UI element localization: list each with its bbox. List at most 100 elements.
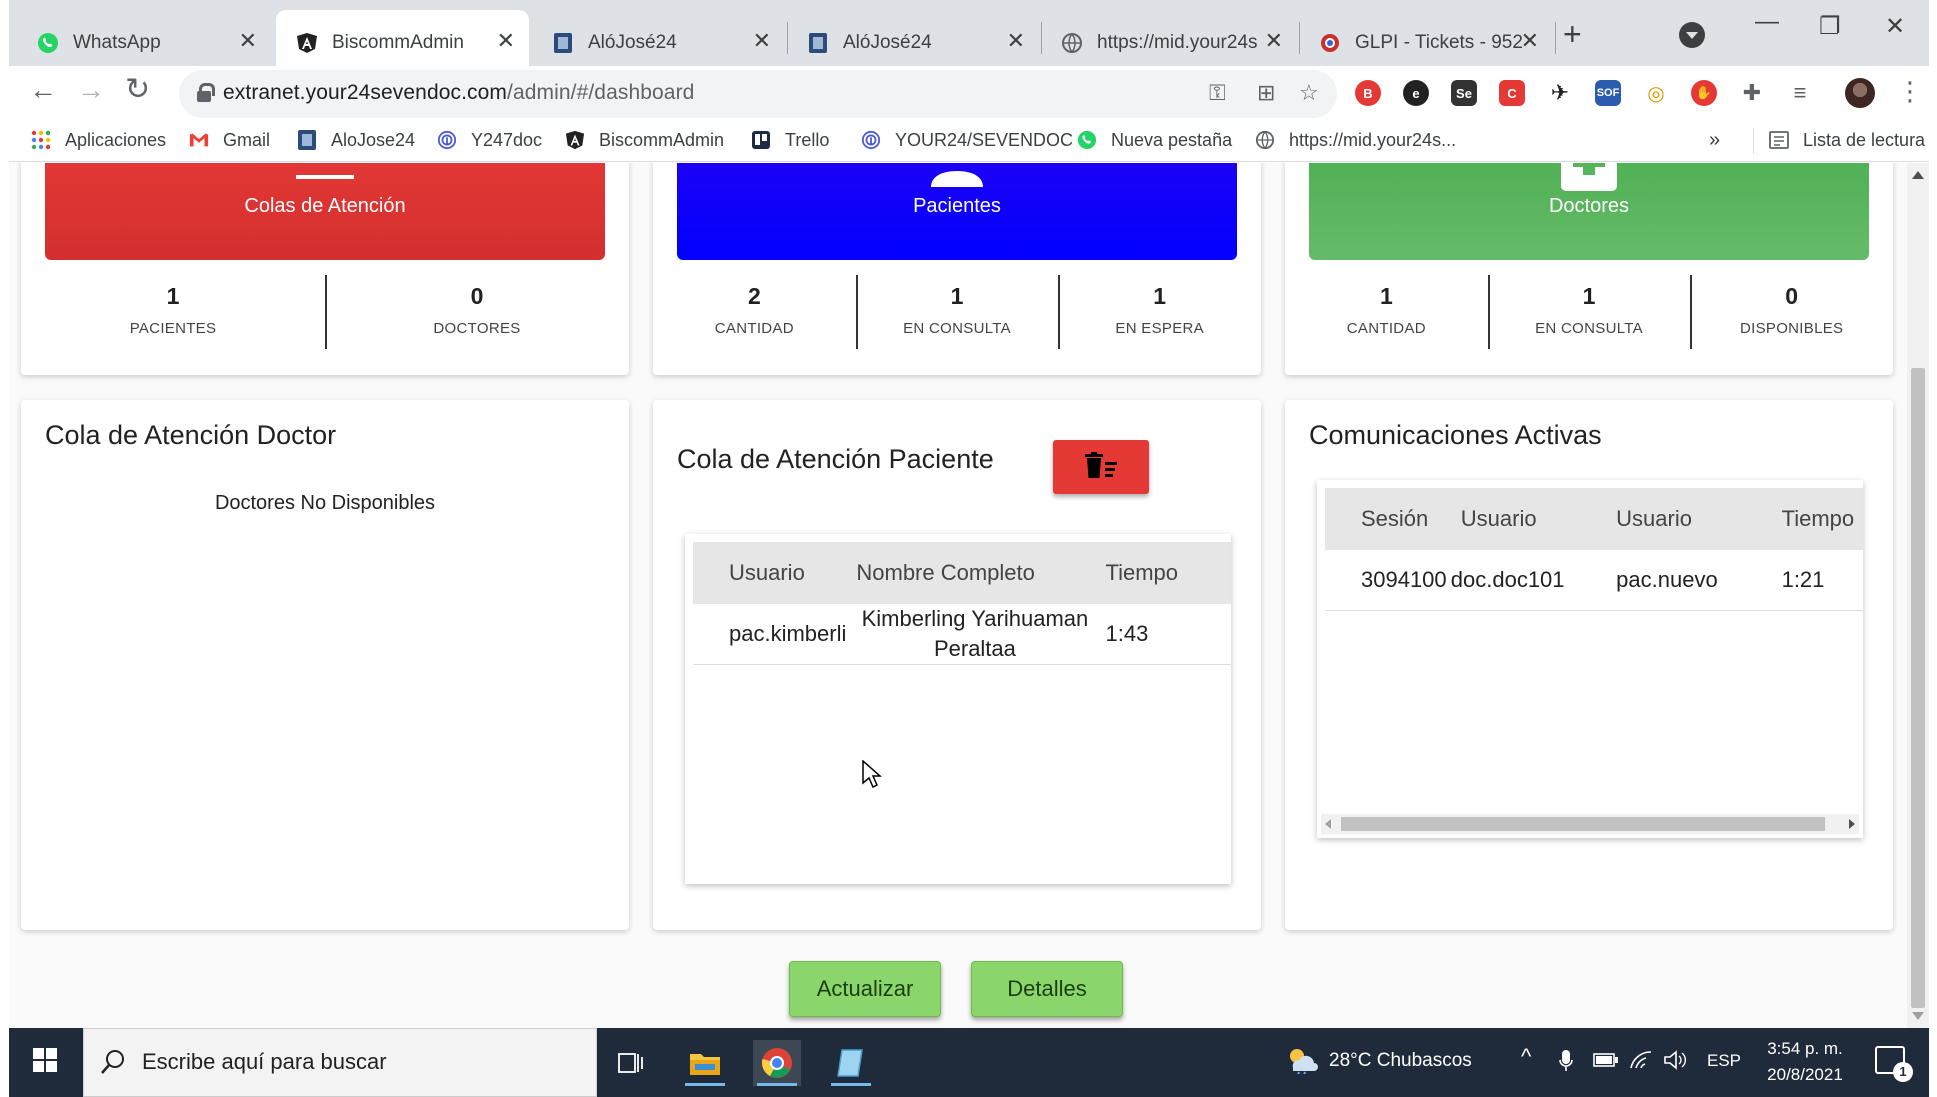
bookmark-nueva-pestana[interactable]: Nueva pestaña <box>1077 123 1232 157</box>
sof-icon[interactable]: SOF <box>1595 80 1621 106</box>
reload-icon[interactable]: ↻ <box>125 72 150 107</box>
stat-en-consulta: 1 EN CONSULTA <box>855 271 1059 351</box>
extension-x-icon[interactable]: ✈ <box>1547 80 1573 106</box>
url-text[interactable]: extranet.your24sevendoc.com/admin/#/dash… <box>223 81 694 105</box>
bookmarks-bar: Aplicaciones Gmail AloJose24 Y247doc Bis… <box>9 118 1929 162</box>
extension-b-icon[interactable]: B <box>1355 80 1381 106</box>
tab-title: WhatsApp <box>73 32 161 53</box>
bookmark-apps[interactable]: Aplicaciones <box>31 123 166 157</box>
angular-icon <box>565 130 585 150</box>
clear-queue-button[interactable] <box>1053 440 1149 494</box>
tab-biscommadmin[interactable]: BiscommAdmin ✕ <box>276 10 529 70</box>
volume-icon[interactable] <box>1663 1050 1687 1076</box>
chrome-icon[interactable] <box>753 1040 801 1086</box>
scroll-up-icon[interactable] <box>1912 171 1924 179</box>
address-bar[interactable]: extranet.your24sevendoc.com/admin/#/dash… <box>179 70 1337 118</box>
column-header[interactable]: Nombre Completo <box>846 542 1104 604</box>
bookmark-biscommadmin[interactable]: BiscommAdmin <box>565 123 724 157</box>
table-row[interactable]: pac.kimberli Kimberling Yarihuaman Peral… <box>693 604 1231 665</box>
stat-value: 1 <box>166 283 180 309</box>
bookmark-trello[interactable]: Trello <box>751 123 829 157</box>
scroll-left-icon[interactable] <box>1325 819 1331 829</box>
stat-row: 1 PACIENTES 0 DOCTORES <box>21 271 629 351</box>
file-explorer-icon[interactable] <box>681 1040 729 1086</box>
table-row[interactable]: 3094100 doc.doc101 pac.nuevo 1:21 <box>1325 550 1863 611</box>
tab-separator <box>787 22 788 54</box>
task-view-icon[interactable] <box>607 1040 655 1086</box>
tab-alojose24-1[interactable]: AlóJosé24 ✕ <box>532 10 785 70</box>
tab-title: AlóJosé24 <box>588 32 677 53</box>
details-button[interactable]: Detalles <box>971 961 1123 1017</box>
column-header[interactable]: Tiempo <box>1103 542 1231 604</box>
media-control-icon[interactable]: ≡ <box>1787 80 1813 106</box>
profile-avatar[interactable] <box>1845 78 1875 108</box>
extensions-puzzle-icon[interactable]: ✚ <box>1739 80 1765 106</box>
close-icon[interactable]: ✕ <box>753 28 771 54</box>
horizontal-scrollbar[interactable] <box>1321 814 1859 834</box>
bookmark-gmail[interactable]: Gmail <box>189 123 270 157</box>
close-icon[interactable]: ✕ <box>497 28 515 54</box>
language-indicator[interactable]: ESP <box>1707 1051 1741 1071</box>
scroll-right-icon[interactable] <box>1849 819 1855 829</box>
close-icon[interactable]: ✕ <box>239 28 257 54</box>
window-close-icon[interactable]: ✕ <box>1885 12 1905 41</box>
refresh-button[interactable]: Actualizar <box>789 961 941 1017</box>
notification-center-icon[interactable]: 1 <box>1875 1046 1913 1082</box>
clock-time: 3:54 p. m. <box>1767 1039 1843 1058</box>
bookmark-y247doc[interactable]: Y247doc <box>437 123 542 157</box>
minimize-icon[interactable]: — <box>1755 8 1779 36</box>
column-header[interactable]: Usuario <box>1616 488 1782 550</box>
extension-o-icon[interactable]: ◎ <box>1643 80 1669 106</box>
stat-card-header: Colas de Atención <box>45 163 605 260</box>
wifi-icon[interactable] <box>1629 1050 1653 1076</box>
cell-nombre-line1: Kimberling Yarihuaman <box>861 606 1089 631</box>
weather-icon[interactable] <box>1285 1046 1319 1080</box>
forward-icon[interactable]: → <box>77 74 105 106</box>
tab-glpi[interactable]: GLPI - Tickets - 952 ✕ <box>1301 10 1553 70</box>
scrollbar-thumb[interactable] <box>1341 817 1825 831</box>
tab-alojose24-2[interactable]: AlóJosé24 ✕ <box>789 10 1039 70</box>
back-icon[interactable]: ← <box>29 74 57 106</box>
bookmarks-overflow-button[interactable]: » <box>1709 123 1720 157</box>
selenium-icon[interactable]: Se <box>1451 80 1477 106</box>
scroll-down-icon[interactable] <box>1912 1012 1924 1020</box>
column-header[interactable]: Tiempo <box>1781 488 1863 550</box>
tab-mid-your24s[interactable]: https://mid.your24s ✕ <box>1043 10 1297 70</box>
battery-icon[interactable] <box>1593 1052 1619 1074</box>
scrollbar-thumb[interactable] <box>1911 368 1925 1008</box>
microphone-icon[interactable] <box>1559 1050 1573 1078</box>
start-button[interactable] <box>9 1028 81 1097</box>
lock-icon[interactable] <box>197 83 215 102</box>
bookmark-star-icon[interactable]: ☆ <box>1299 80 1319 106</box>
translate-icon[interactable]: ⊞ <box>1257 80 1275 106</box>
close-icon[interactable]: ✕ <box>1265 28 1283 54</box>
communications-table: Sesión Usuario Usuario Tiempo 3094100 do… <box>1325 488 1863 611</box>
table-header-row: Sesión Usuario Usuario Tiempo <box>1325 488 1863 550</box>
stop-extension-icon[interactable]: ✋ <box>1691 80 1717 106</box>
reading-list-button[interactable]: Lista de lectura <box>1769 123 1925 157</box>
key-icon[interactable]: ⚿ <box>1209 80 1226 106</box>
column-header[interactable]: Usuario <box>693 542 847 604</box>
column-header[interactable]: Sesión <box>1325 488 1451 550</box>
column-header[interactable]: Usuario <box>1450 488 1617 550</box>
tab-whatsapp[interactable]: WhatsApp ✕ <box>9 10 271 70</box>
close-icon[interactable]: ✕ <box>1007 28 1025 54</box>
restore-icon[interactable]: ❐ <box>1819 12 1841 41</box>
new-tab-button[interactable]: + <box>1563 16 1582 53</box>
tab-search-icon[interactable] <box>1679 22 1705 48</box>
taskbar-search-box[interactable]: Escribe aquí para buscar <box>83 1028 597 1097</box>
close-icon[interactable]: ✕ <box>1521 28 1539 54</box>
page-scrollbar[interactable] <box>1907 163 1929 1028</box>
menu-kebab-icon[interactable]: ⋮ <box>1897 76 1923 107</box>
weather-text[interactable]: 28°C Chubascos <box>1329 1050 1472 1072</box>
bookmark-alojose24[interactable]: AloJose24 <box>297 123 415 157</box>
patient-queue-table-container: Usuario Nombre Completo Tiempo pac.kimbe… <box>685 534 1231 884</box>
bookmark-mid-your24s[interactable]: https://mid.your24s... <box>1255 123 1456 157</box>
notes-app-icon[interactable] <box>827 1040 875 1086</box>
tray-expand-icon[interactable]: ^ <box>1521 1044 1531 1070</box>
bookmark-your24-sevendoc[interactable]: YOUR24/SEVENDOC <box>861 123 1073 157</box>
extension-c-icon[interactable]: C <box>1499 80 1525 106</box>
bookmarks-separator <box>1753 128 1754 154</box>
system-clock[interactable]: 3:54 p. m. 20/8/2021 <box>1755 1036 1855 1088</box>
extension-e-icon[interactable]: e <box>1403 80 1429 106</box>
